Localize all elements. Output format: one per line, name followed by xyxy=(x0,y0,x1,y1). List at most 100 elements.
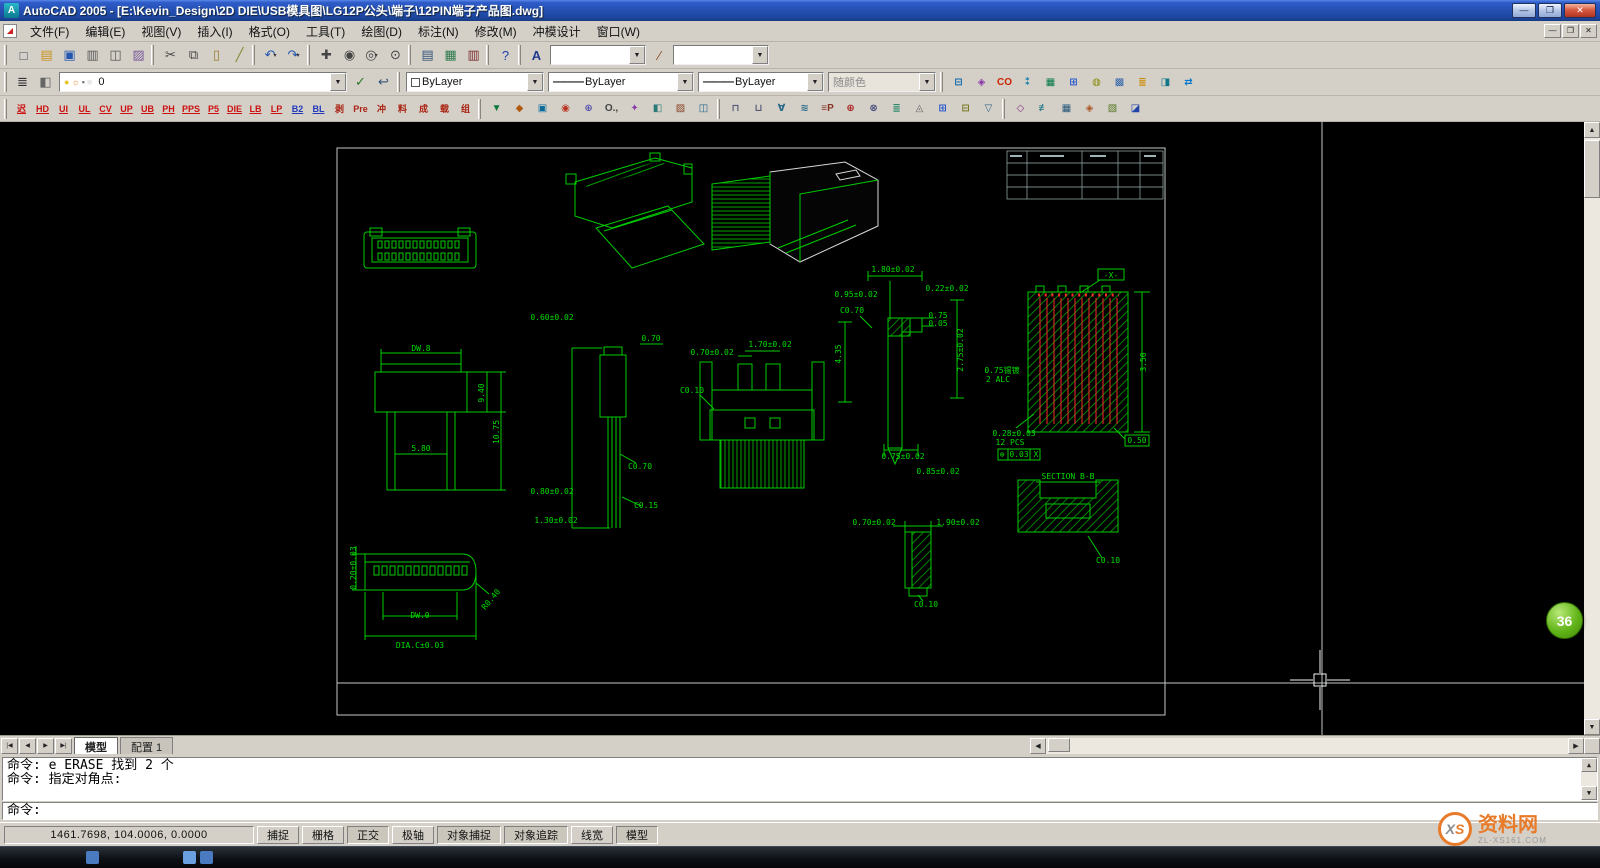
tool-icon[interactable]: ◬ xyxy=(908,98,931,120)
tool-icon[interactable]: ⊔ xyxy=(747,98,770,120)
tool-icon[interactable]: ▨ xyxy=(669,98,692,120)
tab-nav-button[interactable]: ▶ xyxy=(37,738,54,754)
tool-icon[interactable]: ◨ xyxy=(1154,71,1177,93)
status-toggle-button[interactable]: 线宽 xyxy=(571,826,613,844)
tool-icon[interactable]: ⊟ xyxy=(947,71,970,93)
horizontal-scrollbar[interactable]: ◀ ▶ xyxy=(1030,738,1584,754)
status-toggle-button[interactable]: 对象捕捉 xyxy=(437,826,501,844)
zoom-previous-icon[interactable]: ⊙ xyxy=(383,44,406,66)
command-prompt[interactable]: 命令: xyxy=(2,802,1598,820)
minimize-button[interactable]: — xyxy=(1512,3,1536,18)
drawing-canvas[interactable]: DW.89.4010.755.800.60±0.020.80±0.021.30±… xyxy=(0,122,1584,735)
custom-tool-button[interactable]: CV xyxy=(95,99,116,119)
tool-icon[interactable]: ◪ xyxy=(1124,98,1147,120)
app-icon[interactable]: A xyxy=(4,3,19,18)
tool-icon[interactable]: ◉ xyxy=(554,98,577,120)
chevron-down-icon[interactable]: ▼ xyxy=(752,46,768,64)
custom-tool-button[interactable]: UL xyxy=(74,99,95,119)
tool-icon[interactable]: ⊟ xyxy=(954,98,977,120)
menu-item[interactable]: 标注(N) xyxy=(410,21,467,42)
custom-tool-button[interactable]: HD xyxy=(32,99,53,119)
dim-style-combo[interactable]: ▼ xyxy=(673,45,769,65)
new-icon[interactable]: □ xyxy=(11,44,34,66)
tool-icon[interactable]: ◍ xyxy=(1085,71,1108,93)
chevron-down-icon[interactable]: ▼ xyxy=(677,73,693,91)
command-history[interactable]: 命令: e ERASE 找到 2 个命令: 指定对角点: ▲ ▼ xyxy=(2,757,1598,801)
custom-tool-button[interactable]: 组 xyxy=(455,99,476,119)
tab-nav-button[interactable]: ▶| xyxy=(55,738,72,754)
chevron-down-icon[interactable]: ▼ xyxy=(527,73,543,91)
tool-icon[interactable]: ⇄ xyxy=(1177,71,1200,93)
tool-icon[interactable]: ⁑ xyxy=(1016,71,1039,93)
chevron-down-icon[interactable]: ▼ xyxy=(629,46,645,64)
tool-icon[interactable]: ⊕ xyxy=(577,98,600,120)
status-toggle-button[interactable]: 正交 xyxy=(347,826,389,844)
paste-icon[interactable]: ▯ xyxy=(204,44,227,66)
custom-tool-button[interactable]: PH xyxy=(158,99,179,119)
custom-tool-button[interactable]: B2 xyxy=(287,99,308,119)
custom-tool-button[interactable]: UB xyxy=(137,99,158,119)
document-icon[interactable]: ◢ xyxy=(3,24,17,38)
tool-icon[interactable]: ∀ xyxy=(770,98,793,120)
tool-icon[interactable]: ▩ xyxy=(1108,71,1131,93)
menu-item[interactable]: 窗口(W) xyxy=(589,21,648,42)
menu-item[interactable]: 文件(F) xyxy=(22,21,77,42)
tool-icon[interactable]: ◫ xyxy=(692,98,715,120)
taskbar[interactable] xyxy=(0,846,1600,868)
tool-icon[interactable]: ✦ xyxy=(623,98,646,120)
help-icon[interactable]: ? xyxy=(493,44,516,66)
layer-states-icon[interactable]: ◧ xyxy=(34,71,57,93)
tool-icon[interactable]: ≢ xyxy=(1032,98,1055,120)
layer-properties-icon[interactable]: ≣ xyxy=(11,71,34,93)
plot-icon[interactable]: ▥ xyxy=(80,44,103,66)
mdi-restore-button[interactable]: ❐ xyxy=(1562,24,1579,38)
custom-tool-button[interactable]: 载 xyxy=(434,99,455,119)
make-object-layer-current-icon[interactable]: ✓ xyxy=(349,71,372,93)
plotstyle-combo[interactable]: 随颜色 ▼ xyxy=(828,72,936,92)
tool-icon[interactable]: ▽ xyxy=(977,98,1000,120)
chevron-down-icon[interactable]: ▼ xyxy=(807,73,823,91)
tool-icon[interactable]: ▼ xyxy=(485,98,508,120)
tool-icon[interactable]: ⊞ xyxy=(931,98,954,120)
custom-tool-button[interactable]: BL xyxy=(308,99,329,119)
undo-icon[interactable]: ↶ ▾ xyxy=(259,44,282,66)
properties-icon[interactable]: ▤ xyxy=(415,44,438,66)
tab-nav-button[interactable]: ◀ xyxy=(19,738,36,754)
designcenter-icon[interactable]: ▦ xyxy=(438,44,461,66)
close-button[interactable]: ✕ xyxy=(1564,3,1596,18)
layout-tab[interactable]: 配置 1 xyxy=(120,737,173,754)
custom-tool-button[interactable]: UP xyxy=(116,99,137,119)
scrollbar-thumb[interactable] xyxy=(1048,738,1070,752)
menu-item[interactable]: 绘图(D) xyxy=(353,21,410,42)
scroll-up-icon[interactable]: ▲ xyxy=(1581,758,1597,772)
restore-button[interactable]: ❐ xyxy=(1538,3,1562,18)
tool-icon[interactable]: ≋ xyxy=(793,98,816,120)
menu-item[interactable]: 修改(M) xyxy=(467,21,525,42)
chevron-down-icon[interactable]: ▼ xyxy=(330,73,346,91)
mdi-minimize-button[interactable]: — xyxy=(1544,24,1561,38)
linetype-combo[interactable]: ——— ByLayer ▼ xyxy=(548,72,694,92)
tool-icon[interactable]: ▣ xyxy=(531,98,554,120)
tool-icon[interactable]: ≡P xyxy=(816,98,839,120)
tool-icon[interactable]: ⊕ xyxy=(839,98,862,120)
menu-item[interactable]: 冲模设计 xyxy=(525,21,589,42)
scroll-left-icon[interactable]: ◀ xyxy=(1030,738,1046,754)
toolbar-grip[interactable] xyxy=(4,72,7,92)
zoom-window-icon[interactable]: ◎ ▾ xyxy=(360,44,383,66)
custom-tool-button[interactable]: UI xyxy=(53,99,74,119)
custom-tool-button[interactable]: 料 xyxy=(392,99,413,119)
text-style-icon[interactable]: A xyxy=(525,44,548,66)
pan-icon[interactable]: ✚ xyxy=(314,44,337,66)
cut-icon[interactable]: ✂ xyxy=(158,44,181,66)
tool-icon[interactable]: ⊞ xyxy=(1062,71,1085,93)
status-toggle-button[interactable]: 捕捉 xyxy=(257,826,299,844)
scroll-down-icon[interactable]: ▼ xyxy=(1584,719,1600,735)
tool-icon[interactable]: ◈ xyxy=(1078,98,1101,120)
tool-icon[interactable]: ◇ xyxy=(1009,98,1032,120)
scroll-down-icon[interactable]: ▼ xyxy=(1581,786,1597,800)
tool-palettes-icon[interactable]: ▥ xyxy=(461,44,484,66)
menu-item[interactable]: 插入(I) xyxy=(189,21,240,42)
tool-icon[interactable]: O., xyxy=(600,98,623,120)
custom-tool-button[interactable]: 剥 xyxy=(329,99,350,119)
open-icon[interactable]: ▤ xyxy=(34,44,57,66)
